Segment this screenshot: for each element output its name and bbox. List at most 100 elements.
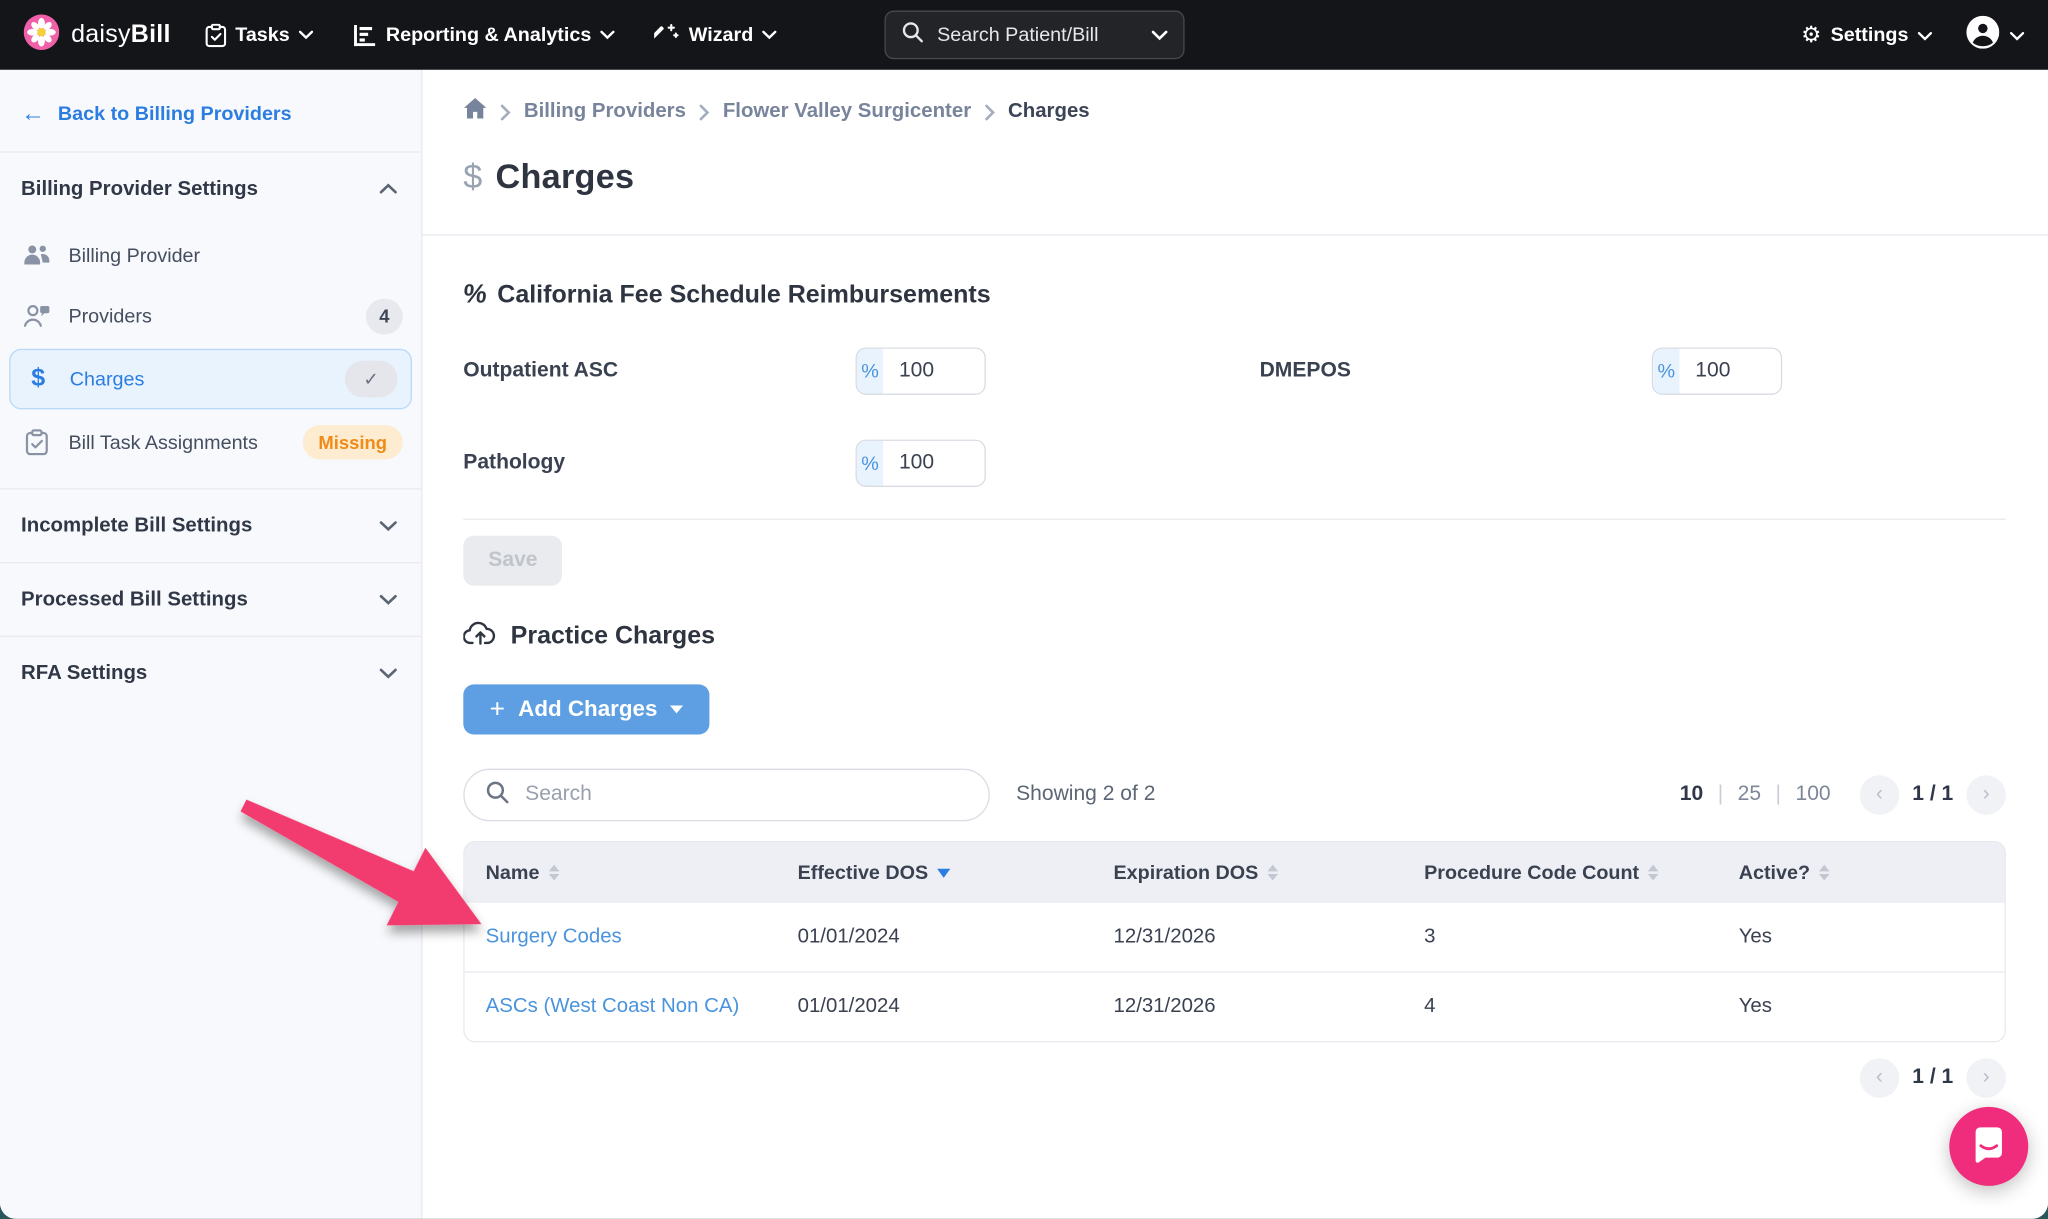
sidebar-item-billing-provider[interactable]: Billing Provider [0,225,421,286]
chevron-right-icon: › [1983,1066,1990,1090]
page-size-100[interactable]: 100 [1796,783,1831,807]
chevron-down-icon [763,30,777,39]
breadcrumb-separator-icon [984,103,995,120]
user-avatar-icon [1966,15,1999,54]
sort-icon [549,865,560,881]
table-row: Surgery Codes 01/01/2024 12/31/2026 3 Ye… [465,903,2005,971]
nav-menu-label: Tasks [235,24,290,46]
sort-desc-icon [937,868,950,877]
procedure-code-count-cell: 3 [1403,925,1718,949]
table-header-row: Name Effective DOS Expiration DOS Proced… [465,842,2005,903]
practice-section-title: Practice Charges [511,622,715,651]
chat-bubble-icon [1969,1125,2008,1168]
sidebar-item-providers[interactable]: Providers 4 [0,286,421,347]
nav-settings[interactable]: ⚙ Settings [1801,24,1932,46]
sort-icon [1819,865,1830,881]
page-size-25[interactable]: 25 [1738,783,1761,807]
fee-section-title: California Fee Schedule Reimbursements [497,281,990,310]
brand-logo[interactable]: daisyBill [24,14,171,56]
outpatient-asc-input-group: % [856,347,986,394]
breadcrumb-separator-icon [699,103,710,120]
column-header-name[interactable]: Name [465,861,777,883]
column-header-active[interactable]: Active? [1718,861,2005,883]
charge-name-link[interactable]: Surgery Codes [465,925,777,949]
pagination-bottom: ‹ 1 / 1 › [463,1058,2006,1097]
sidebar-item-label: Billing Provider [68,244,402,266]
sidebar-item-label: Bill Task Assignments [68,431,286,453]
nav-menu-tasks[interactable]: Tasks [205,23,313,47]
section-label: Processed Bill Settings [21,588,248,612]
percent-icon: % [462,280,489,310]
active-cell: Yes [1718,995,2005,1019]
charges-search-input[interactable] [523,782,968,808]
chevron-down-icon [379,661,397,685]
sidebar-section-billing-provider-settings[interactable]: Billing Provider Settings [0,153,421,225]
brand-name: daisyBill [71,20,171,49]
fee-row: Outpatient ASC % DMEPOS % [463,334,2006,408]
charges-list-toolbar: Showing 2 of 2 10 | 25 | 100 ‹ 1 / 1 › [463,769,2006,822]
page-indicator: 1 / 1 [1912,783,1953,807]
nav-account-menu[interactable] [1966,15,2024,54]
clipboard-check-icon [21,429,53,455]
nav-menu-wizard[interactable]: Wizard [655,22,777,47]
column-header-expiration-dos[interactable]: Expiration DOS [1092,861,1403,883]
next-page-button[interactable]: › [1966,775,2005,814]
effective-dos-cell: 01/01/2024 [777,995,1093,1019]
pathology-input[interactable] [883,441,984,486]
prev-page-button[interactable]: ‹ [1860,775,1899,814]
app-window: daisyBill Tasks [0,0,2048,1219]
magic-wand-icon [655,22,680,47]
fee-section-header: % California Fee Schedule Reimbursements [463,280,2006,310]
dmepos-input[interactable] [1679,349,1780,394]
separator: | [1776,783,1781,807]
table-row: ASCs (West Coast Non CA) 01/01/2024 12/3… [465,971,2005,1041]
section-label: Billing Provider Settings [21,177,258,201]
users-group-icon [21,243,53,267]
fee-fields: Outpatient ASC % DMEPOS % Pathology % [463,334,2006,500]
column-label: Name [486,861,540,883]
daisy-flower-icon [24,14,60,56]
sort-icon [1268,865,1279,881]
sidebar-item-bill-task-assignments[interactable]: Bill Task Assignments Missing [0,412,421,473]
chevron-left-icon: ‹ [1876,1066,1883,1090]
next-page-button[interactable]: › [1966,1058,2005,1097]
prev-page-button[interactable]: ‹ [1860,1058,1899,1097]
outpatient-asc-input[interactable] [883,349,984,394]
sidebar-item-label: Providers [68,305,350,327]
home-icon[interactable] [463,97,487,126]
chat-support-button[interactable] [1949,1107,2028,1186]
breadcrumb-billing-providers[interactable]: Billing Providers [524,100,686,124]
column-header-effective-dos[interactable]: Effective DOS [777,861,1093,883]
save-button[interactable]: Save [463,536,562,586]
chevron-down-icon [601,30,615,39]
check-icon: ✓ [363,368,378,390]
expiration-dos-cell: 12/31/2026 [1092,925,1403,949]
chevron-right-icon: › [1983,783,1990,807]
search-patient-bill-button[interactable]: Search Patient/Bill [884,11,1184,60]
nav-menu-label: Wizard [689,24,754,46]
top-navbar: daisyBill Tasks [0,0,2048,70]
clipboard-check-icon [205,23,226,47]
nav-menu-reporting[interactable]: Reporting & Analytics [353,23,615,47]
page-title: $ Charges [463,157,2006,198]
add-charges-button[interactable]: + Add Charges [463,684,710,734]
sidebar-section-incomplete-bill-settings[interactable]: Incomplete Bill Settings [0,490,421,562]
sidebar-section-rfa-settings[interactable]: RFA Settings [0,637,421,709]
column-label: Effective DOS [798,861,929,883]
sidebar-section-processed-bill-settings[interactable]: Processed Bill Settings [0,563,421,635]
column-header-procedure-code-count[interactable]: Procedure Code Count [1403,861,1718,883]
dollar-icon: $ [22,365,54,394]
complete-check-badge: ✓ [345,361,398,398]
column-label: Active? [1739,861,1810,883]
sidebar-item-charges[interactable]: $ Charges ✓ [9,349,412,410]
page-size-10[interactable]: 10 [1680,783,1703,807]
search-icon [486,780,510,810]
chevron-up-icon [379,177,397,201]
effective-dos-cell: 01/01/2024 [777,925,1093,949]
fee-label-dmepos: DMEPOS [1260,359,1652,383]
back-to-billing-providers-link[interactable]: ← Back to Billing Providers [0,70,421,152]
percent-prefix: % [857,349,883,394]
chevron-left-icon: ‹ [1876,783,1883,807]
breadcrumb-flower-valley-surgicenter[interactable]: Flower Valley Surgicenter [723,100,971,124]
charge-name-link[interactable]: ASCs (West Coast Non CA) [465,995,777,1019]
